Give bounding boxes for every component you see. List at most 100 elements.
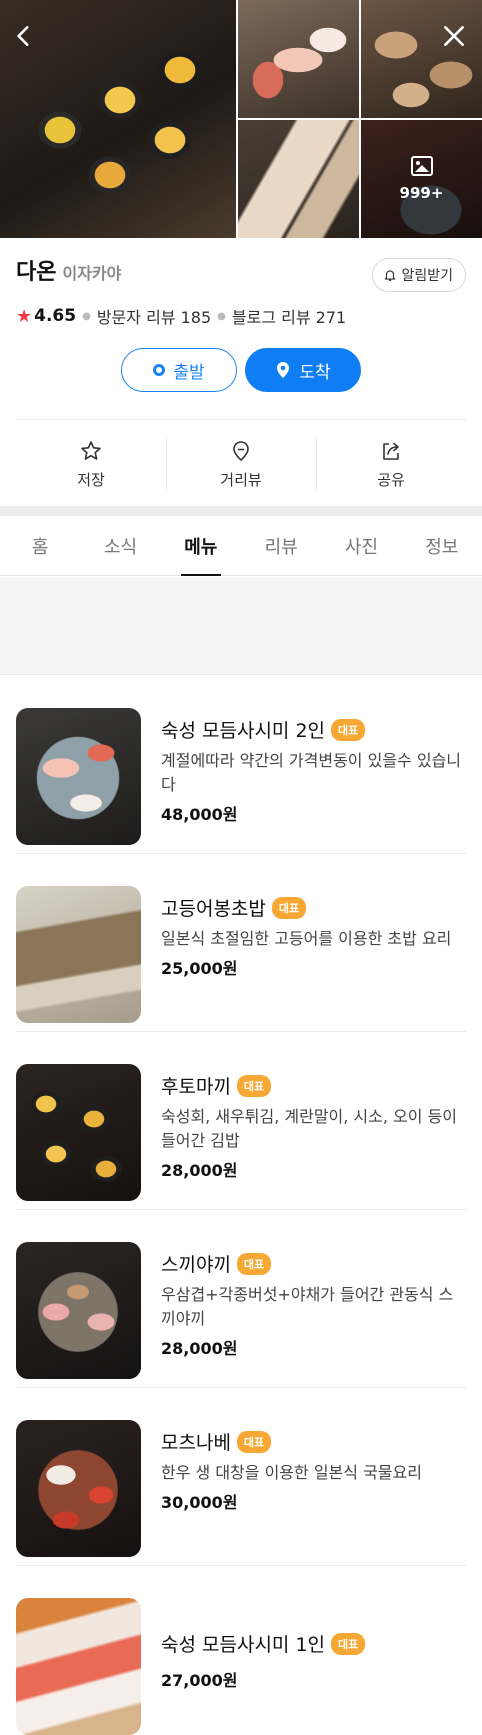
menu-list: 숙성 모듬사시미 2인 대표 계절에따라 약간의 가격변동이 있을수 있습니다 …	[16, 676, 466, 1735]
menu-price: 27,000원	[161, 1671, 238, 1690]
menu-name-row: 숙성 모듬사시미 2인 대표	[161, 716, 466, 743]
star-outline-icon	[81, 440, 101, 460]
photo-thumbnail[interactable]	[238, 120, 359, 238]
share-button[interactable]: 공유	[316, 434, 466, 494]
place-info: 다온 이자카야 알림받기 ★ 4.65 ● 방문자 리뷰 185 ● 블로그 리…	[16, 254, 466, 392]
place-name: 다온	[16, 260, 57, 285]
share-label: 공유	[377, 470, 405, 489]
bell-icon	[385, 270, 396, 281]
menu-description: 한우 생 대창을 이용한 일본식 국물요리	[161, 1463, 422, 1482]
menu-name: 고등어봉초밥	[161, 898, 266, 920]
menu-text: 스끼야끼 대표 우삼겹+각종버섯+야채가 들어간 관동식 스끼야끼 28,000…	[161, 1250, 466, 1359]
menu-text: 숙성 모듬사시미 2인 대표 계절에따라 약간의 가격변동이 있을수 있습니다 …	[161, 716, 466, 825]
menu-name-row: 후토마끼 대표	[161, 1072, 466, 1099]
visitor-reviews-label: 방문자 리뷰	[96, 308, 176, 327]
menu-description: 우삼겹+각종버섯+야채가 들어간 관동식 스끼야끼	[161, 1285, 454, 1328]
menu-name: 숙성 모듬사시미 1인	[161, 1634, 326, 1656]
menu-price: 48,000원	[161, 805, 238, 824]
menu-text: 후토마끼 대표 숙성회, 새우튀김, 계란말이, 시소, 오이 등이 들어간 김…	[161, 1072, 466, 1181]
tab-news[interactable]: 소식	[80, 516, 160, 575]
more-photos-count: 999+	[399, 184, 444, 202]
street-view-button[interactable]: 거리뷰	[166, 434, 316, 494]
menu-photo	[16, 1598, 141, 1735]
menu-text: 모츠나베 대표 한우 생 대창을 이용한 일본식 국물요리 30,000원	[161, 1428, 466, 1513]
place-category: 이자카야	[62, 264, 122, 283]
photo-thumbnail[interactable]	[238, 0, 359, 118]
alert-subscribe-button[interactable]: 알림받기	[372, 258, 466, 292]
signature-badge: 대표	[236, 1252, 272, 1275]
divider	[16, 419, 466, 420]
menu-price: 30,000원	[161, 1493, 238, 1512]
share-icon	[383, 442, 399, 460]
tab-info[interactable]: 정보	[402, 516, 482, 575]
rating-row: ★ 4.65 ● 방문자 리뷰 185 ● 블로그 리뷰 271	[16, 304, 466, 328]
tab-photos[interactable]: 사진	[321, 516, 401, 575]
menu-photo	[16, 1242, 141, 1379]
more-photos-tile[interactable]: 999+	[361, 120, 482, 238]
image-icon	[410, 156, 433, 176]
signature-badge: 대표	[236, 1074, 272, 1097]
depart-button[interactable]: 출발	[121, 348, 237, 392]
menu-name-row: 모츠나베 대표	[161, 1428, 466, 1455]
blog-reviews-count: 271	[315, 308, 347, 327]
menu-name-row: 스끼야끼 대표	[161, 1250, 466, 1277]
menu-name-row: 고등어봉초밥 대표	[161, 894, 466, 921]
blog-reviews-label: 블로그 리뷰	[231, 308, 311, 327]
menu-name: 모츠나베	[161, 1432, 231, 1454]
menu-name: 후토마끼	[161, 1076, 231, 1098]
menu-photo	[16, 1420, 141, 1557]
location-pin-icon	[275, 361, 291, 379]
menu-description: 계절에따라 약간의 가격변동이 있을수 있습니다	[161, 751, 462, 794]
back-button[interactable]	[6, 18, 42, 54]
signature-badge: 대표	[331, 718, 366, 741]
menu-item[interactable]: 숙성 모듬사시미 2인 대표 계절에따라 약간의 가격변동이 있을수 있습니다 …	[16, 676, 466, 854]
menu-price: 28,000원	[161, 1161, 238, 1180]
alert-subscribe-label: 알림받기	[401, 268, 453, 284]
action-bar: 저장 거리뷰 공유	[16, 434, 466, 494]
signature-badge: 대표	[236, 1430, 272, 1453]
location-pin-icon	[233, 440, 249, 461]
close-icon	[444, 26, 464, 46]
photo-gallery: 999+	[0, 0, 482, 238]
more-photos-overlay: 999+	[361, 120, 482, 238]
tab-reviews[interactable]: 리뷰	[241, 516, 321, 575]
rating-value: 4.65	[34, 306, 77, 326]
menu-item[interactable]: 후토마끼 대표 숙성회, 새우튀김, 계란말이, 시소, 오이 등이 들어간 김…	[16, 1032, 466, 1210]
menu-text: 숙성 모듬사시미 1인 대표 27,000원	[161, 1630, 466, 1691]
visitor-reviews-count: 185	[180, 308, 212, 327]
visitor-reviews-link[interactable]: 방문자 리뷰 185	[97, 304, 211, 328]
menu-item[interactable]: 고등어봉초밥 대표 일본식 초절임한 고등어를 이용한 초밥 요리 25,000…	[16, 854, 466, 1032]
close-button[interactable]	[436, 18, 472, 54]
menu-name: 스끼야끼	[161, 1254, 231, 1276]
rating-star-icon: ★	[16, 305, 33, 327]
menu-item[interactable]: 스끼야끼 대표 우삼겹+각종버섯+야채가 들어간 관동식 스끼야끼 28,000…	[16, 1210, 466, 1388]
chevron-left-icon	[17, 26, 29, 46]
empty-banner-area	[0, 577, 482, 675]
blog-reviews-link[interactable]: 블로그 리뷰 271	[232, 304, 346, 328]
signature-badge: 대표	[331, 1632, 366, 1655]
save-button[interactable]: 저장	[16, 434, 166, 494]
section-separator	[0, 506, 482, 516]
tab-home[interactable]: 홈	[0, 516, 80, 575]
arrive-button[interactable]: 도착	[245, 348, 361, 392]
separator-dot: ●	[82, 310, 91, 322]
menu-description: 숙성회, 새우튀김, 계란말이, 시소, 오이 등이 들어간 김밥	[161, 1107, 458, 1150]
menu-price: 28,000원	[161, 1339, 238, 1358]
tab-menu[interactable]: 메뉴	[161, 516, 241, 575]
signature-badge: 대표	[271, 896, 307, 919]
menu-photo	[16, 708, 141, 845]
tab-bar: 홈 소식 메뉴 리뷰 사진 정보	[0, 516, 482, 576]
menu-price: 25,000원	[161, 959, 238, 978]
menu-item[interactable]: 숙성 모듬사시미 1인 대표 27,000원	[16, 1566, 466, 1735]
depart-label: 출발	[173, 362, 205, 383]
menu-name-row: 숙성 모듬사시미 1인 대표	[161, 1630, 466, 1657]
menu-photo	[16, 886, 141, 1023]
menu-text: 고등어봉초밥 대표 일본식 초절임한 고등어를 이용한 초밥 요리 25,000…	[161, 894, 466, 979]
arrive-label: 도착	[299, 362, 331, 383]
menu-name: 숙성 모듬사시미 2인	[161, 720, 326, 742]
menu-photo	[16, 1064, 141, 1201]
menu-item[interactable]: 모츠나베 대표 한우 생 대창을 이용한 일본식 국물요리 30,000원	[16, 1388, 466, 1566]
street-view-label: 거리뷰	[220, 470, 262, 489]
save-label: 저장	[77, 470, 105, 489]
menu-description: 일본식 초절임한 고등어를 이용한 초밥 요리	[161, 929, 452, 948]
